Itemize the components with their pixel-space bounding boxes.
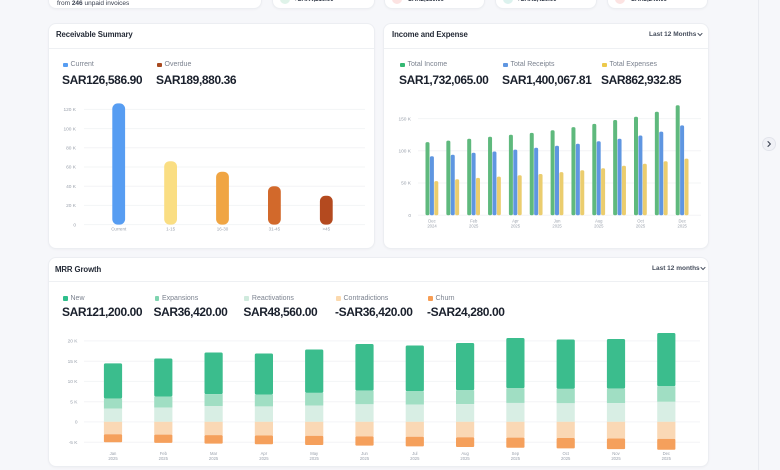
svg-text:2025: 2025 [469,224,479,229]
svg-text:2025: 2025 [662,456,672,461]
svg-text:2025: 2025 [310,456,320,461]
svg-text:80 K: 80 K [66,146,77,152]
svg-text:1-15: 1-15 [166,227,176,232]
svg-text:60 K: 60 K [66,165,77,171]
svg-text:50 K: 50 K [401,181,412,187]
svg-text:2025: 2025 [360,456,370,461]
svg-text:0: 0 [73,222,76,228]
svg-text:Current: Current [111,227,127,232]
svg-text:10 K: 10 K [68,379,79,385]
svg-text:20 K: 20 K [68,339,79,345]
svg-text:2025: 2025 [611,456,621,461]
svg-text:0: 0 [75,420,78,426]
svg-text:20 K: 20 K [66,203,77,209]
svg-text:0: 0 [408,213,411,219]
svg-text:2025: 2025 [410,456,420,461]
svg-text:-5 K: -5 K [69,440,79,446]
svg-text:2025: 2025 [561,456,571,461]
svg-text:>45: >45 [322,227,330,232]
svg-text:2025: 2025 [552,224,562,229]
svg-text:2025: 2025 [678,224,688,229]
svg-text:100 K: 100 K [63,126,76,132]
svg-text:2025: 2025 [159,456,169,461]
svg-text:2025: 2025 [259,456,269,461]
svg-text:2025: 2025 [108,456,118,461]
svg-text:2025: 2025 [460,456,470,461]
svg-text:31-45: 31-45 [269,227,281,232]
svg-text:2025: 2025 [209,456,219,461]
svg-text:40 K: 40 K [66,184,77,190]
svg-text:2025: 2025 [636,224,646,229]
svg-text:15 K: 15 K [68,359,79,365]
svg-text:150 K: 150 K [398,116,411,122]
svg-text:2025: 2025 [511,456,521,461]
svg-text:2025: 2025 [594,224,604,229]
svg-text:5 K: 5 K [70,399,78,405]
svg-text:100 K: 100 K [398,149,411,155]
svg-text:2024: 2024 [427,224,437,229]
svg-text:16-30: 16-30 [217,227,229,232]
svg-text:120 K: 120 K [63,107,76,113]
svg-text:2025: 2025 [511,224,521,229]
